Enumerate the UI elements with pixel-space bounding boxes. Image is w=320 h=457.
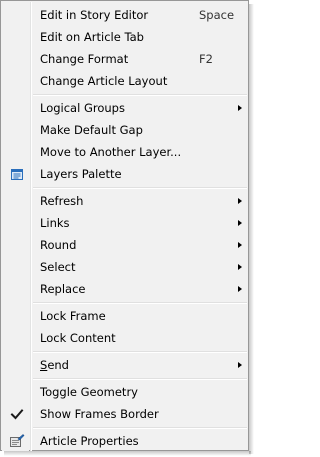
menu-separator <box>33 187 247 189</box>
menu-item-article-properties[interactable]: Article Properties <box>4 430 246 452</box>
menu-item-change-format[interactable]: Change Format F2 <box>4 48 246 70</box>
menu-item-edit-in-story-editor[interactable]: Edit in Story Editor Space <box>4 4 246 26</box>
submenu-arrow-icon <box>238 264 242 270</box>
menu-item-select[interactable]: Select <box>4 256 246 278</box>
submenu-arrow-icon <box>238 286 242 292</box>
menu-separator <box>33 94 247 96</box>
menu-item-label: Layers Palette <box>40 167 122 181</box>
menu-shadow-right <box>249 4 254 454</box>
menu-item-label-rest: end <box>47 358 69 372</box>
menu-item-refresh[interactable]: Refresh <box>4 190 246 212</box>
menu-item-label: Send <box>40 358 69 372</box>
menu-item-replace[interactable]: Replace <box>4 278 246 300</box>
submenu-arrow-icon <box>238 220 242 226</box>
menu-item-logical-groups[interactable]: Logical Groups <box>4 97 246 119</box>
menu-item-label: Round <box>40 238 77 252</box>
menu-item-links[interactable]: Links <box>4 212 246 234</box>
menu-item-label: Change Article Layout <box>40 74 168 88</box>
menu-separator <box>33 427 247 429</box>
menu-item-edit-on-article-tab[interactable]: Edit on Article Tab <box>4 26 246 48</box>
checkmark-icon <box>9 406 25 422</box>
context-menu: Edit in Story Editor Space Edit on Artic… <box>0 0 249 451</box>
menu-item-label: Toggle Geometry <box>40 385 138 399</box>
menu-item-label: Logical Groups <box>40 101 125 115</box>
menu-separator <box>33 351 247 353</box>
submenu-arrow-icon <box>238 362 242 368</box>
menu-separator <box>33 378 247 380</box>
menu-item-label: Links <box>40 216 70 230</box>
menu-item-label: Lock Frame <box>40 309 106 323</box>
menu-item-layers-palette[interactable]: Layers Palette <box>4 163 246 185</box>
article-properties-icon <box>9 433 25 449</box>
menu-item-label: Edit in Story Editor <box>40 8 149 22</box>
menu-item-shortcut: Space <box>199 8 235 22</box>
menu-item-show-frames-border[interactable]: Show Frames Border <box>4 403 246 425</box>
menu-item-shortcut: F2 <box>199 52 213 66</box>
menu-item-round[interactable]: Round <box>4 234 246 256</box>
menu-item-label: Make Default Gap <box>40 123 143 137</box>
menu-item-move-to-another-layer[interactable]: Move to Another Layer... <box>4 141 246 163</box>
submenu-arrow-icon <box>238 242 242 248</box>
menu-item-label: Move to Another Layer... <box>40 145 182 159</box>
menu-item-label: Select <box>40 260 76 274</box>
layers-palette-icon <box>9 166 25 182</box>
menu-item-lock-content[interactable]: Lock Content <box>4 327 246 349</box>
menu-item-lock-frame[interactable]: Lock Frame <box>4 305 246 327</box>
menu-item-label: Show Frames Border <box>40 407 159 421</box>
menu-item-toggle-geometry[interactable]: Toggle Geometry <box>4 381 246 403</box>
menu-item-label: Article Properties <box>40 434 139 448</box>
menu-item-label: Replace <box>40 282 86 296</box>
menu-separator <box>33 302 247 304</box>
submenu-arrow-icon <box>238 105 242 111</box>
menu-item-label: Edit on Article Tab <box>40 30 144 44</box>
menu-item-label: Refresh <box>40 194 84 208</box>
menu-item-change-article-layout[interactable]: Change Article Layout <box>4 70 246 92</box>
menu-item-send[interactable]: Send <box>4 354 246 376</box>
submenu-arrow-icon <box>238 198 242 204</box>
menu-item-label: Change Format <box>40 52 129 66</box>
menu-item-label: Lock Content <box>40 331 116 345</box>
menu-item-make-default-gap[interactable]: Make Default Gap <box>4 119 246 141</box>
